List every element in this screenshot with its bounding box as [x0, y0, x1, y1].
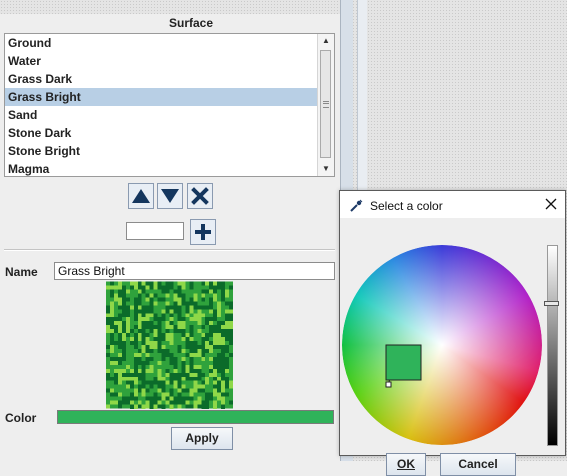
- name-label: Name: [5, 265, 38, 279]
- dialog-body: OK Cancel: [340, 218, 565, 476]
- name-input[interactable]: Grass Bright: [54, 262, 335, 280]
- surface-texture-preview: [106, 281, 233, 409]
- apply-button[interactable]: Apply: [171, 427, 233, 450]
- close-icon[interactable]: [543, 196, 559, 212]
- dialog-title: Select a color: [370, 199, 443, 213]
- color-wheel[interactable]: [342, 245, 542, 445]
- move-up-button[interactable]: [128, 183, 154, 209]
- list-item-stone-dark[interactable]: Stone Dark: [5, 124, 320, 142]
- color-swatch[interactable]: [57, 410, 334, 424]
- new-surface-name-input[interactable]: [126, 222, 184, 240]
- ok-button[interactable]: OK: [386, 453, 426, 476]
- scroll-up-icon[interactable]: ▲: [318, 34, 334, 48]
- brightness-slider[interactable]: [547, 245, 558, 446]
- ok-label: OK: [397, 457, 415, 471]
- triangle-up-icon: [132, 189, 150, 203]
- list-item-sand[interactable]: Sand: [5, 106, 320, 124]
- add-button[interactable]: [190, 219, 216, 245]
- list-scrollbar[interactable]: ▲ ▼: [317, 34, 334, 176]
- surface-list[interactable]: Ground Water Grass Dark Grass Bright San…: [4, 33, 335, 177]
- color-picker-icon: [350, 199, 363, 212]
- surface-title: Surface: [168, 16, 214, 30]
- x-icon: [191, 187, 209, 205]
- list-item-magma[interactable]: Magma: [5, 160, 320, 176]
- separator: [4, 249, 335, 251]
- grip-icon: [323, 101, 329, 108]
- scroll-thumb[interactable]: [320, 50, 331, 158]
- brightness-thumb[interactable]: [544, 301, 559, 306]
- list-item-stone-bright[interactable]: Stone Bright: [5, 142, 320, 160]
- list-item-grass-dark[interactable]: Grass Dark: [5, 70, 320, 88]
- top-strip: [0, 0, 340, 14]
- list-item-ground[interactable]: Ground: [5, 34, 320, 52]
- list-item-grass-bright[interactable]: Grass Bright: [5, 88, 320, 106]
- plus-icon: [195, 224, 211, 240]
- cancel-button[interactable]: Cancel: [440, 453, 516, 476]
- scroll-down-icon[interactable]: ▼: [318, 162, 334, 176]
- delete-button[interactable]: [187, 183, 213, 209]
- triangle-down-icon: [161, 189, 179, 203]
- color-label: Color: [5, 411, 37, 425]
- list-item-water[interactable]: Water: [5, 52, 320, 70]
- move-down-button[interactable]: [157, 183, 183, 209]
- wheel-selection-marker[interactable]: [385, 344, 422, 381]
- color-picker-dialog: Select a color OK Cancel: [339, 190, 566, 476]
